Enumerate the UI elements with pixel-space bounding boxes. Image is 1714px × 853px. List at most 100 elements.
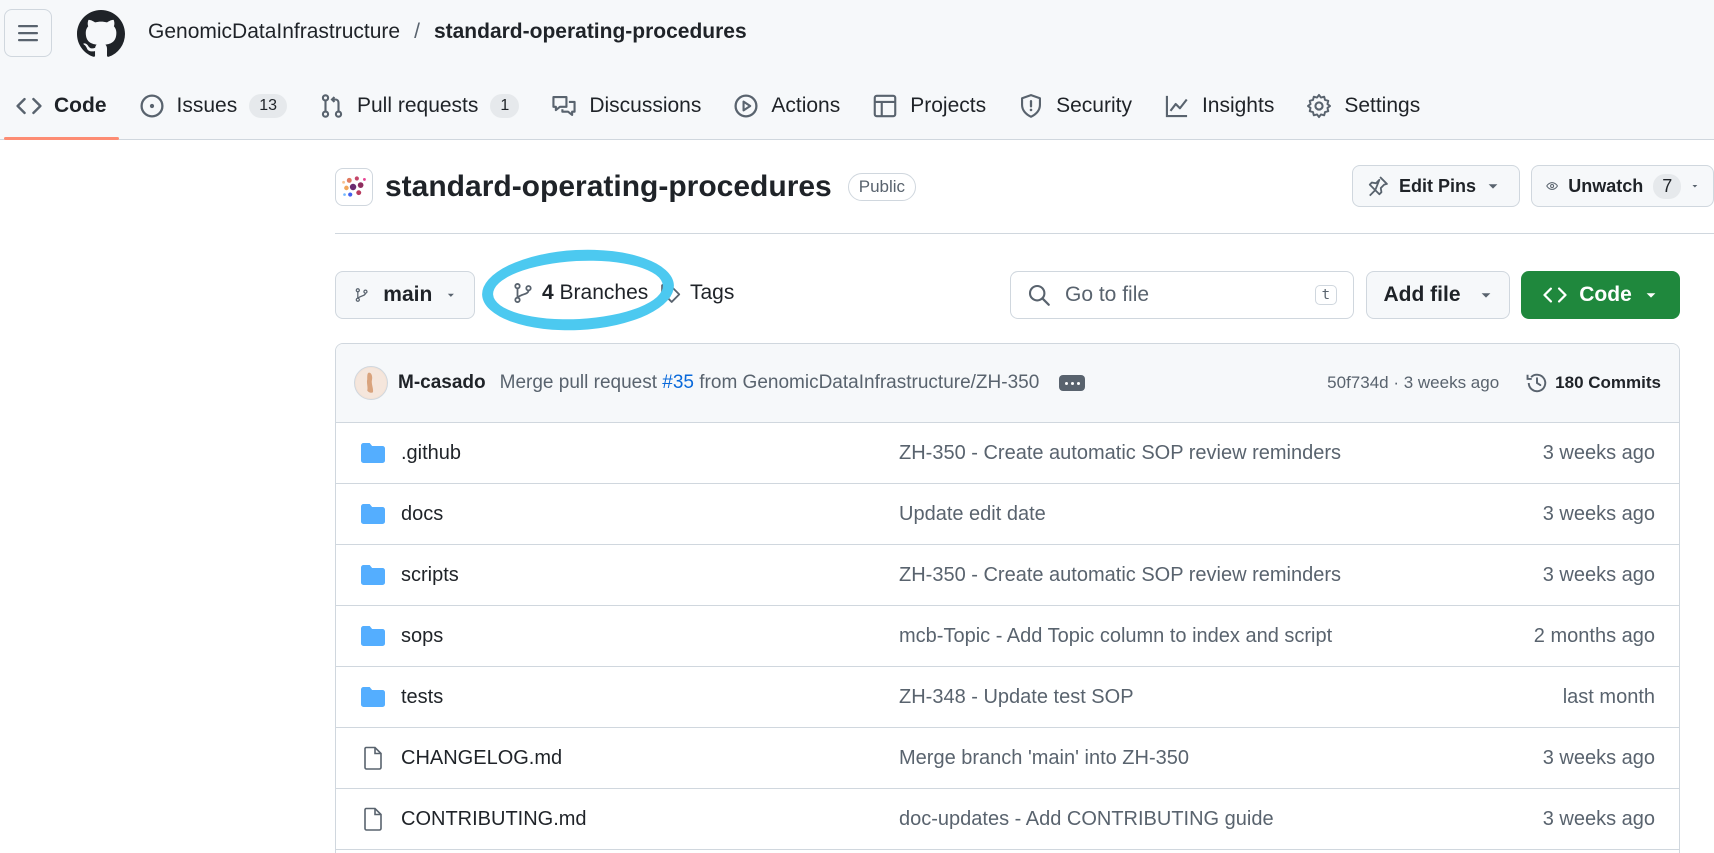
table-row: sops mcb-Topic - Add Topic column to inde… xyxy=(336,606,1679,667)
expand-commit-message-button[interactable] xyxy=(1059,375,1086,391)
table-icon xyxy=(873,94,897,118)
file-commit-age: last month xyxy=(1562,685,1655,708)
commit-message[interactable]: Merge pull request #35 from GenomicDataI… xyxy=(500,372,1040,394)
folder-icon xyxy=(361,626,385,646)
breadcrumb: GenomicDataInfrastructure / standard-ope… xyxy=(148,20,747,44)
file-commit-message-link[interactable]: doc-updates - Add CONTRIBUTING guide xyxy=(899,808,1274,831)
file-name-link[interactable]: sops xyxy=(401,625,443,648)
code-button-label: Code xyxy=(1579,283,1632,306)
code-icon xyxy=(16,97,42,115)
tags-label: Tags xyxy=(690,281,735,304)
issues-count-badge: 13 xyxy=(249,94,287,118)
folder-icon xyxy=(361,443,385,463)
repo-title-row: standard-operating-procedures Public xyxy=(335,168,917,206)
repo-nav-tabs: Code Issues 13 Pull requests 1 Discussio… xyxy=(0,82,1436,140)
file-commit-age: 3 weeks ago xyxy=(1542,441,1655,464)
file-commit-message-link[interactable]: ZH-348 - Update test SOP xyxy=(899,686,1134,709)
tab-label: Pull requests xyxy=(357,94,479,117)
commits-link[interactable]: 180 Commits xyxy=(1525,371,1661,395)
file-icon xyxy=(364,807,382,831)
tab-pull-requests[interactable]: Pull requests 1 xyxy=(303,82,535,130)
table-row: CONTRIBUTING.md doc-updates - Add CONTRIB… xyxy=(336,789,1679,850)
tab-insights[interactable]: Insights xyxy=(1148,82,1290,130)
file-name-link[interactable]: CHANGELOG.md xyxy=(401,747,562,770)
repo-link[interactable]: standard-operating-procedures xyxy=(434,20,747,44)
github-logo-icon[interactable] xyxy=(77,10,125,58)
branches-link[interactable]: 4 Branches xyxy=(512,281,648,305)
file-name-link[interactable]: docs xyxy=(401,503,443,526)
tab-discussions[interactable]: Discussions xyxy=(535,82,717,130)
shield-icon xyxy=(1021,94,1042,118)
tab-label: Discussions xyxy=(589,94,702,117)
search-icon xyxy=(1028,284,1050,306)
tab-label: Insights xyxy=(1201,94,1275,117)
latest-commit-row: M-casado Merge pull request #35 from Gen… xyxy=(336,344,1679,423)
owner-link[interactable]: GenomicDataInfrastructure xyxy=(148,20,400,44)
branches-count: 4 xyxy=(542,281,554,304)
file-commit-age: 3 weeks ago xyxy=(1542,807,1655,830)
hamburger-icon xyxy=(18,25,38,42)
tab-issues[interactable]: Issues 13 xyxy=(123,82,304,130)
repo-name[interactable]: standard-operating-procedures xyxy=(385,170,832,204)
file-commit-message-link[interactable]: Merge branch 'main' into ZH-350 xyxy=(899,747,1189,770)
pin-icon xyxy=(1368,176,1388,197)
commit-author[interactable]: M-casado xyxy=(398,372,486,394)
commit-message-suffix: from GenomicDataInfrastructure/ZH-350 xyxy=(699,372,1040,393)
gear-icon xyxy=(1307,93,1332,119)
history-icon xyxy=(1526,373,1547,393)
file-commit-message-link[interactable]: Update edit date xyxy=(899,503,1046,526)
branch-selector[interactable]: main xyxy=(335,271,475,319)
git-pull-request-icon xyxy=(321,94,343,118)
tab-actions[interactable]: Actions xyxy=(717,82,856,130)
file-commit-age: 2 months ago xyxy=(1533,624,1655,647)
table-row: docs Update edit date 3 weeks ago xyxy=(336,484,1679,545)
add-file-button[interactable]: Add file xyxy=(1366,271,1510,319)
file-commit-message-link[interactable]: ZH-350 - Create automatic SOP review rem… xyxy=(899,442,1341,465)
branch-name: main xyxy=(383,283,433,306)
go-to-file-input[interactable]: Go to file t xyxy=(1010,271,1354,319)
folder-icon xyxy=(361,687,385,707)
triangle-down-icon xyxy=(1481,293,1490,298)
file-commit-message-link[interactable]: ZH-350 - Create automatic SOP review rem… xyxy=(899,564,1341,587)
comment-discussion-icon xyxy=(552,96,576,116)
file-commit-message-link[interactable]: mcb-Topic - Add Topic column to index an… xyxy=(899,625,1332,648)
file-name-link[interactable]: scripts xyxy=(401,564,459,587)
file-commit-age: 3 weeks ago xyxy=(1542,746,1655,769)
global-header: GenomicDataInfrastructure / standard-ope… xyxy=(0,0,1714,140)
edit-pins-button[interactable]: Edit Pins xyxy=(1352,165,1520,207)
tag-icon xyxy=(661,283,681,303)
triangle-down-icon xyxy=(1646,293,1656,298)
menu-button[interactable] xyxy=(4,9,52,57)
tags-link[interactable]: Tags xyxy=(660,281,734,305)
header-divider xyxy=(335,233,1714,234)
triangle-down-icon xyxy=(448,293,455,297)
edit-pins-label: Edit Pins xyxy=(1399,175,1477,196)
code-icon xyxy=(1543,287,1567,303)
folder-icon xyxy=(361,565,385,585)
code-dropdown-button[interactable]: Code xyxy=(1521,271,1680,319)
tab-security[interactable]: Security xyxy=(1002,82,1148,130)
file-browser: M-casado Merge pull request #35 from Gen… xyxy=(335,343,1680,853)
tab-code[interactable]: Code xyxy=(0,82,123,140)
tab-settings[interactable]: Settings xyxy=(1290,82,1436,130)
file-name-link[interactable]: tests xyxy=(401,686,443,709)
commit-message-prefix: Merge pull request xyxy=(499,372,658,393)
table-row: scripts ZH-350 - Create automatic SOP rev… xyxy=(336,545,1679,606)
table-row: .github ZH-350 - Create automatic SOP rev… xyxy=(336,423,1679,484)
unwatch-button[interactable]: Unwatch 7 xyxy=(1531,165,1714,207)
triangle-down-icon xyxy=(1692,185,1698,188)
file-list: .github ZH-350 - Create automatic SOP rev… xyxy=(336,423,1679,850)
breadcrumb-separator: / xyxy=(414,20,420,43)
file-name-link[interactable]: .github xyxy=(401,442,461,465)
commit-hash-time[interactable]: 50f734d · 3 weeks ago xyxy=(1327,373,1499,393)
file-icon xyxy=(364,746,382,770)
unwatch-label: Unwatch xyxy=(1568,175,1644,196)
eye-icon xyxy=(1546,182,1559,190)
tab-projects[interactable]: Projects xyxy=(856,82,1002,130)
pull-request-link[interactable]: #35 xyxy=(662,372,694,393)
tab-label: Projects xyxy=(910,94,987,117)
avatar[interactable] xyxy=(354,366,388,400)
tab-label: Security xyxy=(1056,94,1132,117)
play-icon xyxy=(734,94,758,118)
file-name-link[interactable]: CONTRIBUTING.md xyxy=(401,808,587,831)
